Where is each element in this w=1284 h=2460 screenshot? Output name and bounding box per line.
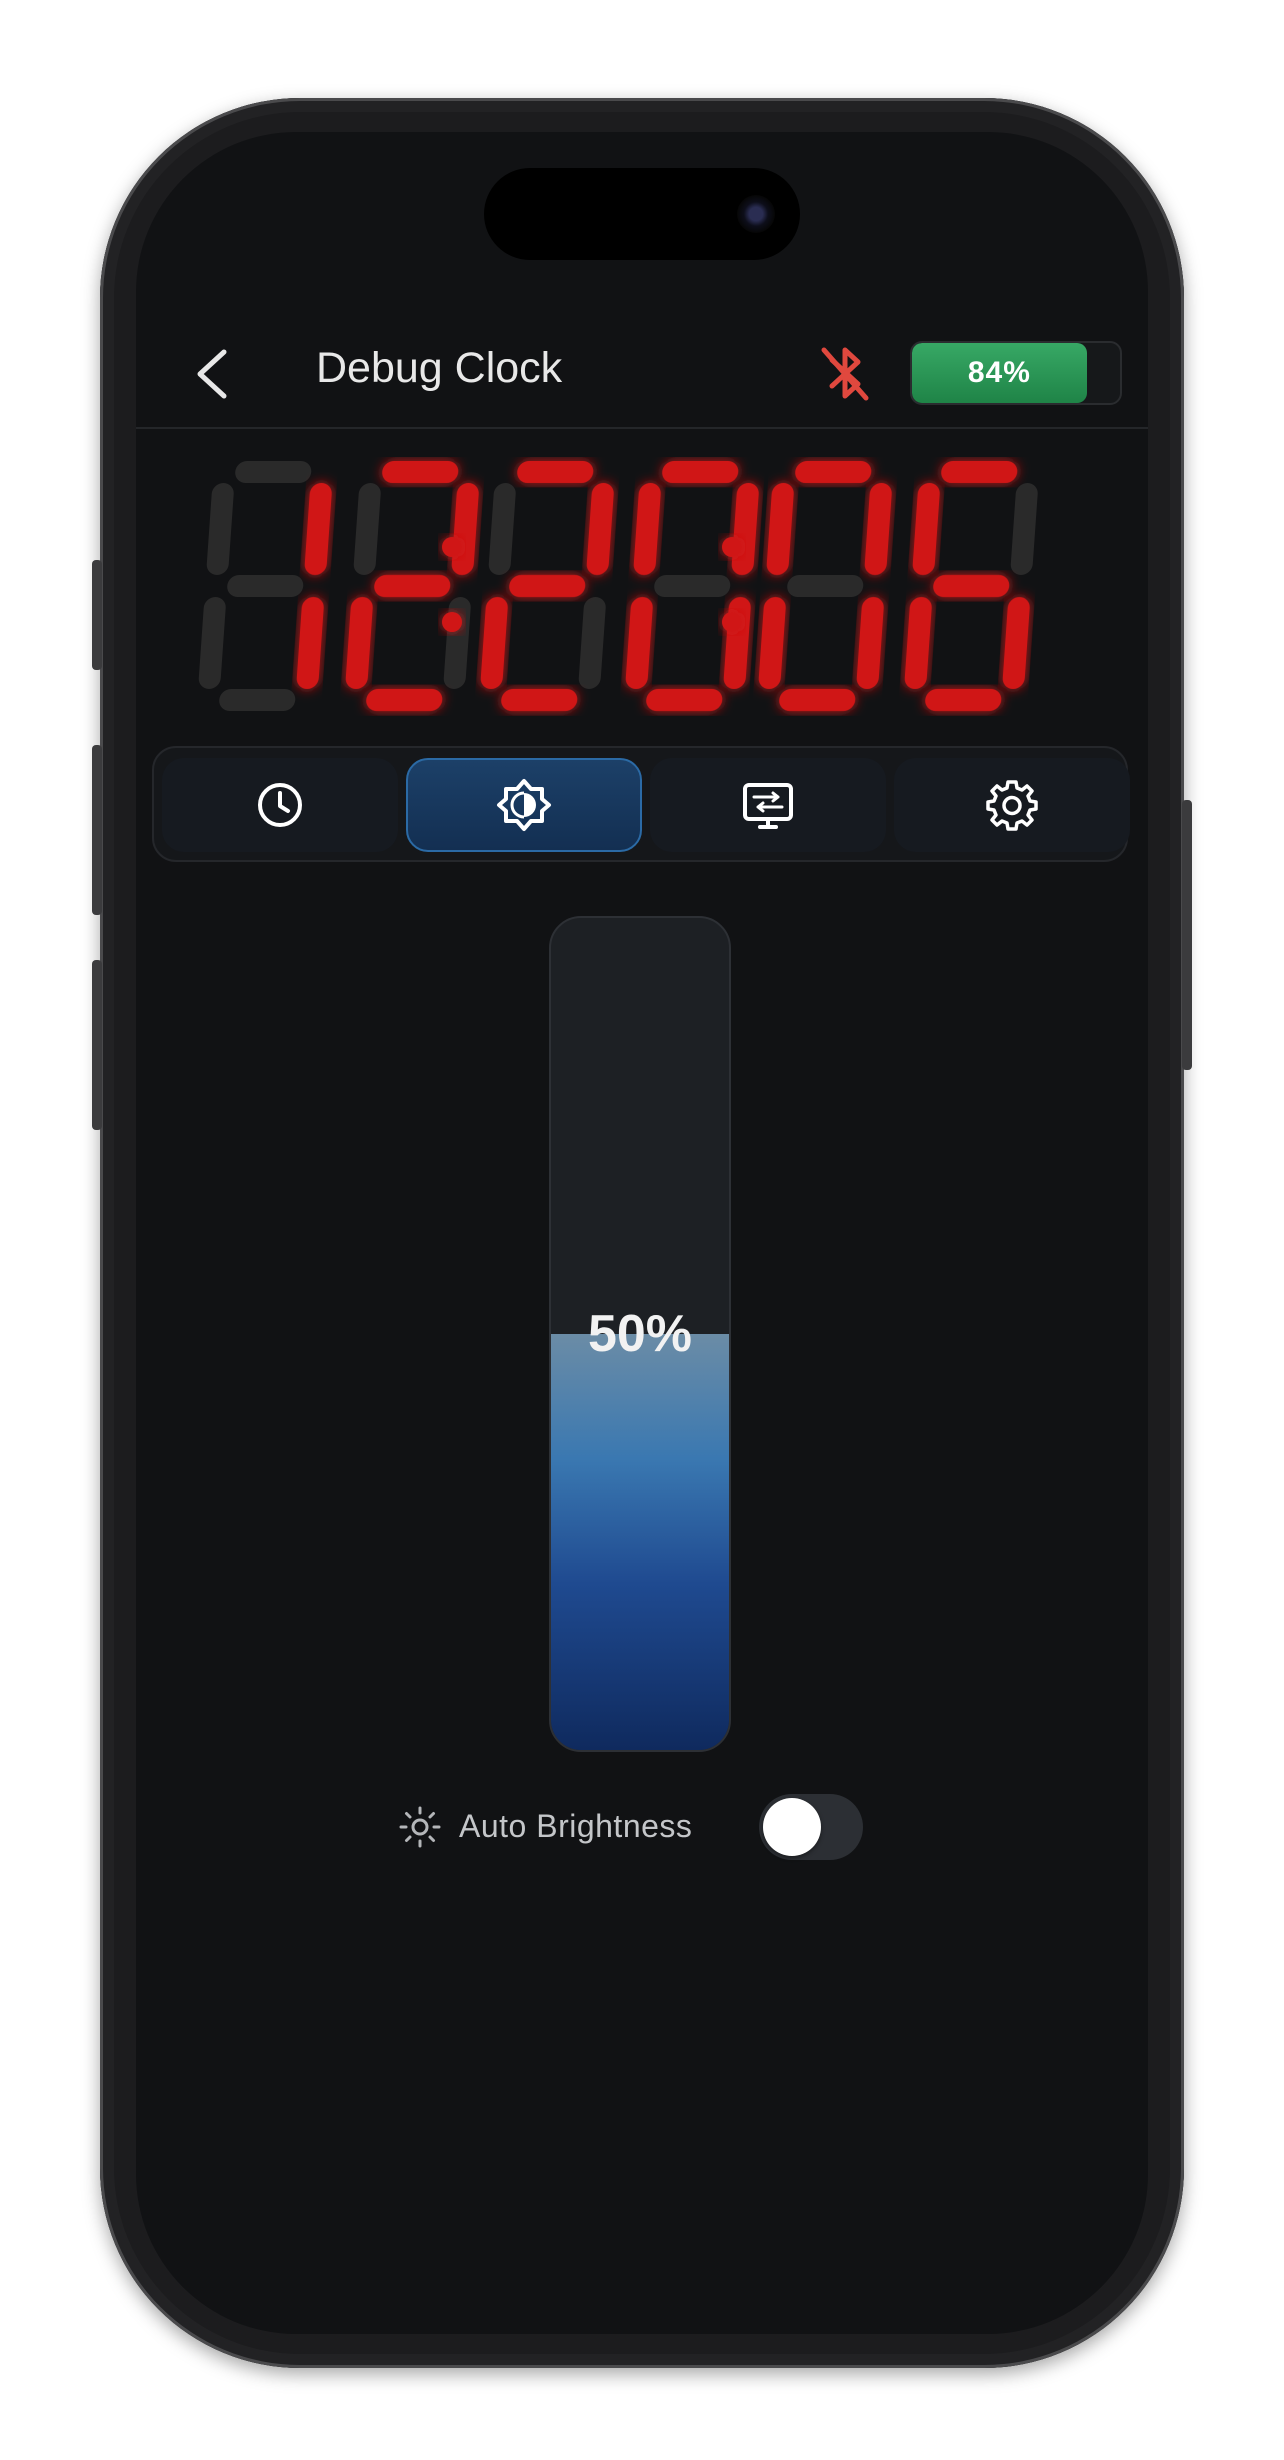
volume-down-button: [92, 960, 102, 1130]
toggle-knob: [763, 1798, 821, 1856]
clock-digit: [904, 461, 1038, 711]
clock-icon: [258, 783, 302, 827]
clock-colon-dot: [722, 612, 742, 632]
volume-up-button: [92, 745, 102, 915]
gear-icon: [986, 780, 1038, 831]
auto-brightness-toggle[interactable]: [759, 1794, 863, 1860]
action-button: [92, 560, 102, 670]
led-clock-display: [176, 457, 1108, 717]
tab-brightness[interactable]: [406, 758, 642, 852]
header-divider: [136, 427, 1148, 429]
page-title: Debug Clock: [316, 344, 563, 392]
clock-digit: [625, 461, 759, 711]
sun-icon: [399, 1806, 441, 1848]
header: Debug Clock 84%: [136, 312, 1148, 432]
auto-brightness-label: Auto Brightness: [459, 1808, 693, 1844]
brightness-slider[interactable]: 50%: [549, 916, 731, 1752]
power-button: [1182, 800, 1192, 1070]
dynamic-island: [484, 168, 800, 260]
brightness-value: 50%: [587, 1305, 693, 1363]
mode-tabs: [152, 746, 1130, 862]
display-settings-icon: [743, 783, 793, 829]
tab-settings[interactable]: [894, 758, 1130, 852]
clock-colon-dot: [722, 537, 742, 557]
battery-label: 84%: [967, 356, 1031, 389]
bluetooth-off-icon[interactable]: [816, 342, 874, 404]
app-screen: Debug Clock 84% 50% Auto Brightness: [136, 132, 1148, 2334]
tab-clock[interactable]: [162, 758, 398, 852]
chevron-left-icon[interactable]: [186, 346, 236, 402]
clock-digit: [758, 461, 892, 711]
brightness-icon: [497, 779, 551, 831]
battery-indicator: 84%: [910, 341, 1122, 405]
brightness-slider-fill: [551, 1334, 729, 1750]
camera-icon: [737, 195, 775, 233]
clock-digit: [198, 461, 332, 711]
tab-display-settings[interactable]: [650, 758, 886, 852]
clock-colon-dot: [442, 537, 462, 557]
auto-brightness-row: Auto Brightness: [399, 1790, 889, 1864]
clock-colon-dot: [442, 612, 462, 632]
clock-digit: [480, 461, 614, 711]
clock-digit: [345, 461, 479, 711]
